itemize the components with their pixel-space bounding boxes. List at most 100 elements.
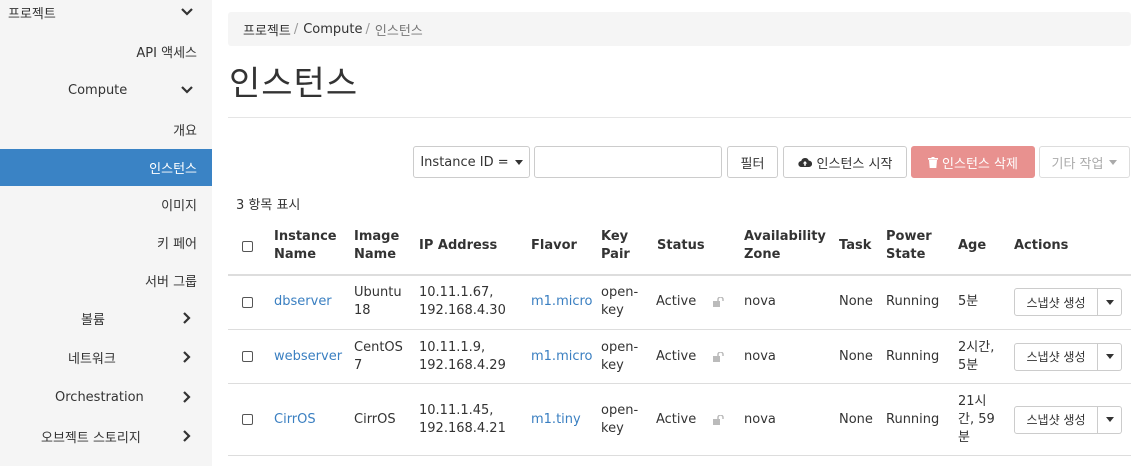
unlock-icon <box>713 384 725 455</box>
title-divider <box>228 117 1131 118</box>
launch-instance-button[interactable]: 인스턴스 시작 <box>783 146 907 178</box>
sidebar-item-label: 네트워크 <box>68 351 116 367</box>
chevron-down-icon <box>180 5 194 19</box>
sidebar-item-label: 오브젝트 스토리지 <box>41 430 141 446</box>
header-flavor[interactable]: Flavor <box>531 218 577 274</box>
sidebar-item-label: 인스턴스 <box>149 162 197 177</box>
sidebar-item-label: 볼륨 <box>81 312 105 328</box>
create-snapshot-button[interactable]: 스냅샷 생성 <box>1014 405 1098 434</box>
delete-instances-button[interactable]: 인스턴스 삭제 <box>911 146 1035 178</box>
availability-zone: nova <box>744 411 776 427</box>
sidebar-item-label: 이미지 <box>161 198 197 214</box>
sidebar-item-label: 개요 <box>173 123 197 139</box>
sidebar-item-server-groups[interactable]: 서버 그룹 <box>0 262 212 298</box>
breadcrumb-project[interactable]: 프로젝트 <box>243 20 291 39</box>
flavor-link[interactable]: m1.micro <box>531 275 593 329</box>
flavor-link[interactable]: m1.tiny <box>531 384 581 455</box>
unlock-icon <box>713 275 725 329</box>
header-image-name[interactable]: Image Name <box>354 218 399 274</box>
sidebar-item-images[interactable]: 이미지 <box>0 186 212 222</box>
delete-instances-label: 인스턴스 삭제 <box>942 156 1018 172</box>
sidebar-item-label: API 액세스 <box>136 45 197 61</box>
age: 2시간, 5분 <box>958 339 995 373</box>
row-checkbox[interactable] <box>242 296 253 308</box>
chevron-down-icon <box>180 83 194 97</box>
sidebar-item-orchestration[interactable]: Orchestration <box>0 379 212 415</box>
caret-down-icon <box>1105 299 1114 305</box>
table-header-row: Instance Name Image Name IP Address Flavor… <box>228 218 1131 276</box>
status: Active <box>656 411 697 427</box>
row-actions-dropdown[interactable] <box>1098 405 1122 434</box>
row-actions-dropdown[interactable] <box>1098 288 1122 316</box>
select-all-checkbox[interactable] <box>242 240 253 252</box>
row-checkbox[interactable] <box>242 414 253 425</box>
filter-field-select[interactable]: Instance ID = <box>413 146 530 178</box>
page-title: 인스턴스 <box>229 64 359 104</box>
sidebar-item-label: 키 페어 <box>156 236 197 252</box>
sidebar-item-overview[interactable]: 개요 <box>0 111 212 147</box>
filter-button[interactable]: 필터 <box>727 146 778 178</box>
sidebar-item-label: 서버 그룹 <box>145 274 197 290</box>
sidebar-item-project[interactable]: 프로젝트 <box>0 0 212 30</box>
header-ip-address[interactable]: IP Address <box>419 218 497 274</box>
sidebar-item-instances[interactable]: 인스턴스 <box>0 149 212 186</box>
table-row: CirrOS CirrOS 10.11.1.45, 192.168.4.21 m1… <box>228 384 1131 456</box>
header-age[interactable]: Age <box>958 218 986 274</box>
flavor-link[interactable]: m1.micro <box>531 330 593 383</box>
header-key-pair[interactable]: Key Pair <box>601 218 630 274</box>
filter-button-label: 필터 <box>740 156 765 172</box>
sidebar-item-compute[interactable]: Compute <box>0 72 212 108</box>
row-actions: 스냅샷 생성 <box>1014 275 1122 329</box>
image-name: CentOS 7 <box>354 339 403 373</box>
filter-input[interactable] <box>534 146 722 178</box>
instance-name-link[interactable]: dbserver <box>274 275 332 329</box>
caret-down-icon <box>1105 417 1114 422</box>
header-instance-name[interactable]: Instance Name <box>274 218 337 274</box>
breadcrumb-compute[interactable]: Compute <box>303 22 362 37</box>
more-actions-button[interactable]: 기타 작업 <box>1039 146 1130 178</box>
sidebar-item-object-storage[interactable]: 오브젝트 스토리지 <box>0 418 212 454</box>
ip-address: 10.11.1.9, 192.168.4.29 <box>419 339 506 373</box>
trash-icon <box>928 156 939 168</box>
key-pair: open-key <box>601 285 639 318</box>
header-power-state[interactable]: Power State <box>886 218 932 274</box>
sidebar-item-volumes[interactable]: 볼륨 <box>0 300 212 336</box>
chevron-right-icon <box>180 311 194 325</box>
cloud-upload-icon <box>797 157 812 168</box>
launch-instance-label: 인스턴스 시작 <box>816 156 893 172</box>
instance-name-link[interactable]: CirrOS <box>274 384 316 455</box>
task: None <box>839 411 873 427</box>
ip-address: 10.11.1.45, 192.168.4.21 <box>419 402 506 436</box>
sidebar-item-key-pairs[interactable]: 키 페어 <box>0 224 212 260</box>
sidebar-item-label: Compute <box>68 82 128 98</box>
caret-down-icon <box>1109 159 1118 165</box>
item-count: 3 항목 표시 <box>236 198 301 213</box>
header-availability-zone[interactable]: Availability Zone <box>744 218 826 274</box>
row-checkbox[interactable] <box>242 351 253 362</box>
chevron-right-icon <box>180 390 194 404</box>
sidebar: 프로젝트 API 액세스 Compute 개요 인스턴스 이미지 키 페어 서버… <box>0 0 212 466</box>
sidebar-item-api-access[interactable]: API 액세스 <box>0 33 212 69</box>
image-name: Ubuntu 18 <box>354 285 402 318</box>
header-task[interactable]: Task <box>839 218 871 274</box>
sidebar-item-network[interactable]: 네트워크 <box>0 339 212 375</box>
age: 21시 간, 59 분 <box>958 393 995 445</box>
key-pair: open-key <box>601 339 639 373</box>
create-snapshot-button[interactable]: 스냅샷 생성 <box>1014 288 1098 316</box>
create-snapshot-button[interactable]: 스냅샷 생성 <box>1014 342 1098 371</box>
status: Active <box>656 348 697 364</box>
status: Active <box>656 294 697 309</box>
unlock-icon <box>713 330 725 383</box>
availability-zone: nova <box>744 348 776 364</box>
instance-name-link[interactable]: webserver <box>274 330 342 383</box>
task: None <box>839 348 873 364</box>
header-actions: Actions <box>1014 238 1069 253</box>
header-status[interactable]: Status <box>657 218 705 274</box>
breadcrumb: 프로젝트 / Compute / 인스턴스 <box>228 12 1131 46</box>
power-state: Running <box>886 348 940 364</box>
power-state: Running <box>886 411 940 427</box>
caret-down-icon <box>1105 354 1114 359</box>
row-actions: 스냅샷 생성 <box>1014 330 1122 383</box>
row-actions-dropdown[interactable] <box>1098 342 1122 371</box>
key-pair: open-key <box>601 402 639 436</box>
